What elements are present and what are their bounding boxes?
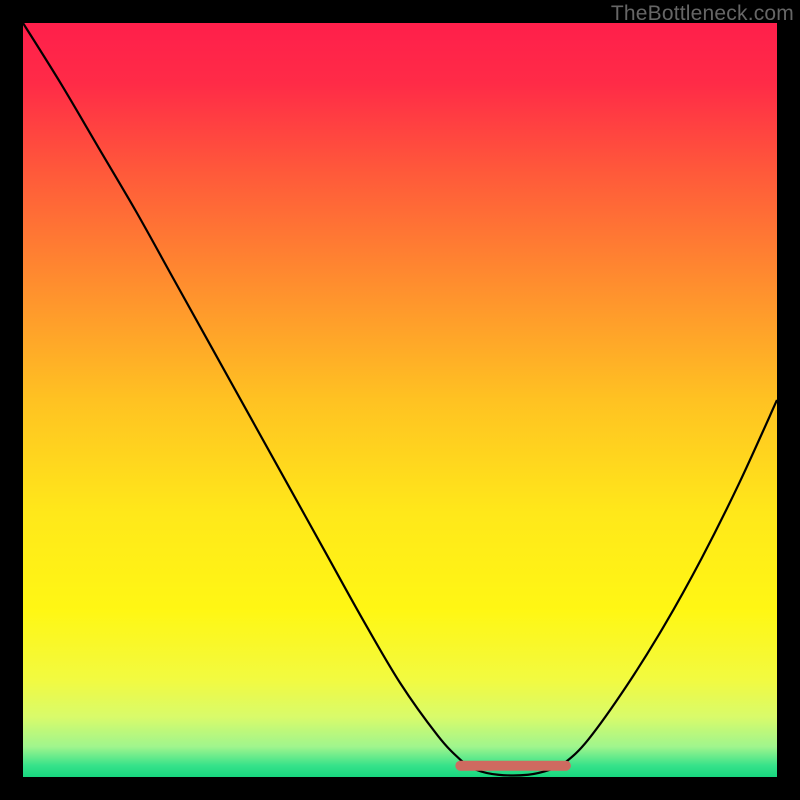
bottleneck-chart [23,23,777,777]
watermark-text: TheBottleneck.com [611,2,794,26]
chart-frame [23,23,777,777]
chart-background [23,23,777,777]
